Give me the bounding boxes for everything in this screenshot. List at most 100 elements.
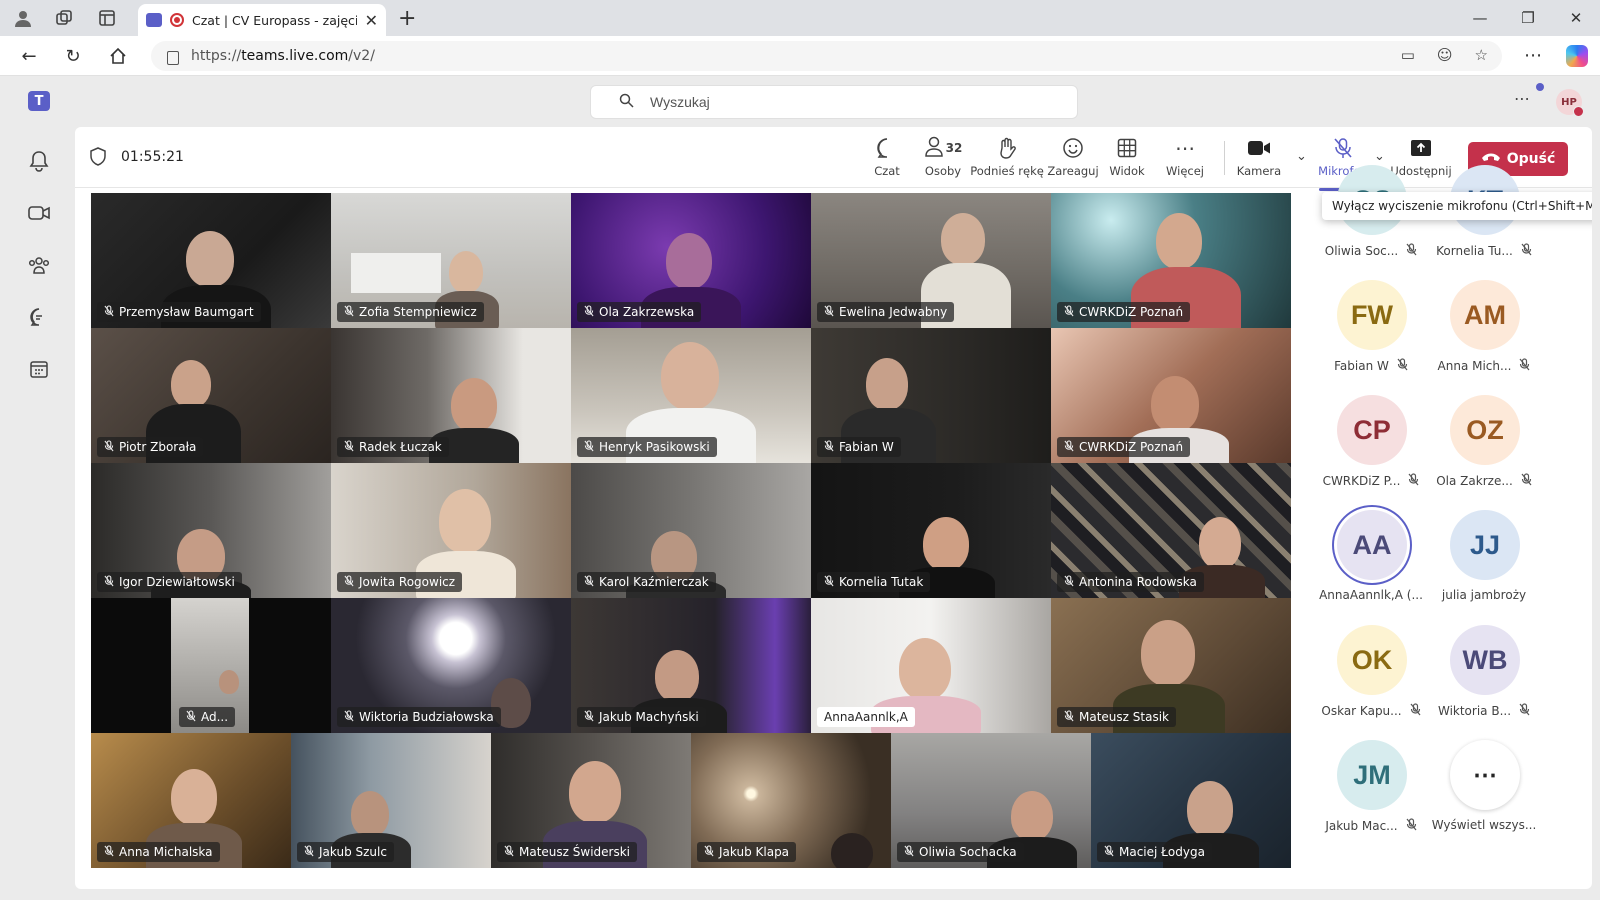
new-tab-icon[interactable]: + xyxy=(398,6,416,31)
video-tile[interactable]: Ewelina Jedwabny xyxy=(811,193,1051,328)
copilot-icon[interactable] xyxy=(1566,45,1588,67)
participant-name: AnnaAannlk,A (... xyxy=(1319,588,1423,602)
roster-participant[interactable]: JM Jakub Mac... xyxy=(1315,740,1427,850)
roster-participant[interactable]: FW Fabian W xyxy=(1315,280,1427,390)
mic-muted-icon xyxy=(584,439,594,455)
home-icon[interactable] xyxy=(107,45,129,67)
video-tile[interactable]: CWRKDiZ Poznań xyxy=(1051,328,1291,463)
shield-icon[interactable] xyxy=(90,147,106,166)
mic-muted-icon xyxy=(104,844,114,860)
video-tile[interactable]: Karol Kaźmierczak xyxy=(571,463,811,598)
mic-muted-icon xyxy=(344,709,354,725)
meet-camera-icon[interactable] xyxy=(25,199,53,227)
mic-muted-icon xyxy=(1410,703,1421,719)
refresh-icon[interactable]: ↻ xyxy=(62,45,84,67)
activity-bell-icon[interactable] xyxy=(25,147,53,175)
video-tile[interactable]: Radek Łuczak xyxy=(331,328,571,463)
video-tile[interactable]: Kornelia Tutak xyxy=(811,463,1051,598)
app-rail xyxy=(0,127,75,900)
participant-name-row: Anna Mich... xyxy=(1428,358,1540,374)
participant-name: Anna Mich... xyxy=(1437,359,1512,373)
video-tile[interactable]: Jakub Machyński xyxy=(571,598,811,733)
tab-actions-icon[interactable] xyxy=(96,7,118,29)
video-tile[interactable]: Ad... xyxy=(91,598,331,733)
video-tile[interactable]: Jowita Rogowicz xyxy=(331,463,571,598)
search-box[interactable] xyxy=(590,85,1078,119)
roster-participant[interactable]: AA AnnaAannlk,A (... xyxy=(1315,510,1427,620)
view-button[interactable]: Widok xyxy=(1103,135,1151,183)
video-tile[interactable]: Ola Zakrzewska xyxy=(571,193,811,328)
back-icon[interactable]: ← xyxy=(18,45,40,67)
participant-name: Oskar Kapu... xyxy=(1321,704,1402,718)
settings-more-icon[interactable]: ⋯ xyxy=(1514,89,1530,108)
microphone-options-chevron-icon[interactable]: ⌄ xyxy=(1374,149,1385,164)
people-button[interactable]: 32 Osoby xyxy=(915,135,971,183)
participant-name-row: Kornelia Tu... xyxy=(1428,243,1540,259)
video-tile[interactable]: Anna Michalska xyxy=(91,733,291,868)
calendar-icon[interactable] xyxy=(25,355,53,383)
participants-roster: OSOliwia Soc...KTKornelia Tu... FW Fabian … xyxy=(1291,165,1592,889)
participant-nametag: Antonina Rodowska xyxy=(1057,572,1204,592)
video-tile[interactable]: Oliwia Sochacka xyxy=(891,733,1091,868)
participant-nametag: Ad... xyxy=(179,707,236,727)
roster-participant[interactable]: OZ Ola Zakrze... xyxy=(1428,395,1540,505)
hand-icon xyxy=(997,135,1017,161)
participant-name: Kornelia Tu... xyxy=(1436,244,1513,258)
more-button[interactable]: ⋯ Więcej xyxy=(1161,135,1209,183)
video-tile[interactable]: Wiktoria Budziałowska xyxy=(331,598,571,733)
favorite-star-icon[interactable]: ☆ xyxy=(1475,46,1488,64)
close-window-icon[interactable]: ✕ xyxy=(1552,0,1600,36)
browser-tab[interactable]: Czat | CV Europass - zajęcia z ✕ xyxy=(138,4,386,36)
roster-participant[interactable]: KTKornelia Tu... xyxy=(1428,165,1540,275)
search-input[interactable] xyxy=(650,94,1030,110)
minimize-icon[interactable]: — xyxy=(1456,0,1504,36)
participant-nametag: Mateusz Stasik xyxy=(1057,707,1176,727)
reading-icon[interactable]: ☺ xyxy=(1437,46,1453,64)
video-tile[interactable]: Antonina Rodowska xyxy=(1051,463,1291,598)
view-label: Widok xyxy=(1109,164,1145,178)
raise-hand-button[interactable]: Podnieś rękę xyxy=(970,135,1044,183)
video-tile[interactable]: AnnaAannlk,A xyxy=(811,598,1051,733)
react-button[interactable]: Zareaguj xyxy=(1045,135,1101,183)
video-tile[interactable]: Piotr Zborała xyxy=(91,328,331,463)
video-tile[interactable]: Zofia Stempniewicz xyxy=(331,193,571,328)
roster-participant[interactable]: OSOliwia Soc... xyxy=(1315,165,1427,275)
video-tile[interactable]: Igor Dziewiałtowski xyxy=(91,463,331,598)
lock-icon[interactable] xyxy=(167,51,179,65)
video-tile[interactable]: Henryk Pasikowski xyxy=(571,328,811,463)
restore-icon[interactable]: ❐ xyxy=(1504,0,1552,36)
video-tile[interactable]: Przemysław Baumgart xyxy=(91,193,331,328)
video-tile[interactable]: Fabian W xyxy=(811,328,1051,463)
participant-nametag: Igor Dziewiałtowski xyxy=(97,572,242,592)
camera-permission-icon[interactable]: ▭ xyxy=(1401,46,1415,64)
browser-menu-icon[interactable]: ⋯ xyxy=(1524,45,1542,66)
video-tile[interactable]: Jakub Klapa xyxy=(691,733,891,868)
participant-nametag: Ola Zakrzewska xyxy=(577,302,702,322)
profile-icon[interactable] xyxy=(12,7,34,29)
participant-avatar: OK xyxy=(1337,625,1407,695)
roster-participant[interactable]: OK Oskar Kapu... xyxy=(1315,625,1427,735)
video-tile[interactable]: CWRKDiZ Poznań xyxy=(1051,193,1291,328)
chat-button[interactable]: Czat xyxy=(863,135,911,183)
url-field[interactable]: https://teams.live.com/v2/ ▭ ☺ ☆ xyxy=(151,41,1502,71)
workspaces-icon[interactable] xyxy=(53,7,75,29)
show-all-participants-button[interactable]: ⋯ Wyświetl wszys... xyxy=(1428,740,1540,850)
chat-icon[interactable] xyxy=(25,303,53,331)
close-tab-icon[interactable]: ✕ xyxy=(365,11,378,30)
tab-title: Czat | CV Europass - zajęcia z xyxy=(192,12,357,28)
participant-nametag: CWRKDiZ Poznań xyxy=(1057,302,1191,322)
video-tile[interactable]: Mateusz Stasik xyxy=(1051,598,1291,733)
roster-participant[interactable]: WB Wiktoria B... xyxy=(1428,625,1540,735)
video-tile[interactable]: Mateusz Świderski xyxy=(491,733,691,868)
participant-avatar: CP xyxy=(1337,395,1407,465)
communities-icon[interactable] xyxy=(25,251,53,279)
more-dots-icon: ⋯ xyxy=(1175,136,1195,160)
camera-options-chevron-icon[interactable]: ⌄ xyxy=(1296,149,1307,164)
roster-participant[interactable]: AM Anna Mich... xyxy=(1428,280,1540,390)
video-tile[interactable]: Maciej Łodyga xyxy=(1091,733,1291,868)
user-avatar[interactable]: HP xyxy=(1556,89,1584,117)
roster-participant[interactable]: JJ julia jambroży xyxy=(1428,510,1540,620)
roster-participant[interactable]: CP CWRKDiZ P... xyxy=(1315,395,1427,505)
camera-button[interactable]: Kamera xyxy=(1235,135,1283,183)
video-tile[interactable]: Jakub Szulc xyxy=(291,733,491,868)
